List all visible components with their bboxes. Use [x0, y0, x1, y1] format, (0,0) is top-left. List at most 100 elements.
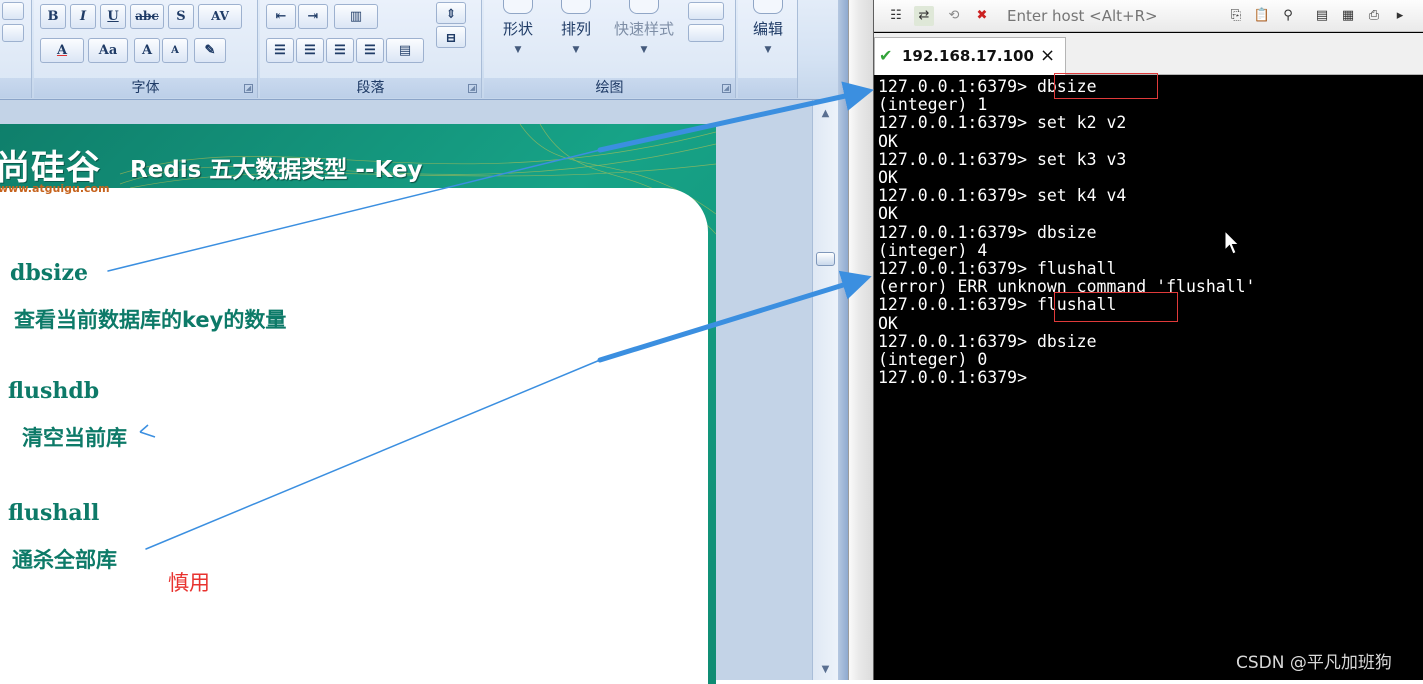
desc-flushall[interactable]: 通杀全部库	[12, 544, 117, 574]
edit-button[interactable]: 编辑 ▼	[740, 0, 796, 55]
terminal-line: (integer) 0	[878, 350, 988, 370]
paste-icon[interactable]: 📋	[1252, 6, 1272, 26]
ribbon: B I U abc S AV A Aa A A ✎ 字体 ◢ ⇤ ⇥ ▥ ☰ ☰…	[0, 0, 848, 100]
disconnect-icon[interactable]: ✖	[972, 6, 992, 26]
quick-styles-button[interactable]: 快速样式 ▼	[606, 0, 682, 55]
terminal-line: (integer) 4	[878, 240, 988, 260]
host-address-input[interactable]	[1007, 3, 1207, 28]
copy-icon[interactable]	[2, 24, 24, 42]
increase-indent-icon[interactable]: ⇥	[298, 4, 328, 29]
xshell-toolbar: ☷ ⇄ ⟲ ✖ ⎘ 📋 ⚲ ▤ ▦ ⎙ ▸	[874, 0, 1423, 32]
font-group-title: 字体	[34, 78, 257, 98]
window-divider	[848, 0, 874, 680]
shapes-icon	[503, 0, 533, 14]
paragraph-dialog-launcher-icon[interactable]: ◢	[468, 84, 477, 93]
change-case-button[interactable]: Aa	[88, 38, 128, 63]
print-icon[interactable]: ⎙	[1364, 6, 1384, 26]
chevron-down-icon: ▼	[572, 45, 580, 55]
grow-font-button[interactable]: A	[134, 38, 160, 63]
more-icon[interactable]: ▸	[1390, 6, 1410, 26]
slide-title: Redis 五大数据类型 --Key	[130, 157, 423, 183]
drawing-dialog-launcher-icon[interactable]: ◢	[722, 84, 731, 93]
paste-icon[interactable]	[2, 2, 24, 20]
font-dialog-launcher-icon[interactable]: ◢	[244, 84, 253, 93]
align-right-icon[interactable]: ☰	[326, 38, 354, 63]
edit-label: 编辑	[752, 20, 783, 38]
shadow-button[interactable]: S	[168, 4, 194, 29]
char-spacing-button[interactable]: AV	[198, 4, 242, 29]
print-preview-icon[interactable]: ▤	[1312, 6, 1332, 26]
scroll-down-icon[interactable]: ▼	[816, 662, 835, 678]
window-border	[838, 0, 848, 680]
columns-icon[interactable]: ▥	[334, 4, 378, 29]
session-tab[interactable]: ✔ 192.168.17.100 ×	[874, 37, 1066, 75]
terminal-line: 127.0.0.1:6379> flushall	[878, 259, 1117, 279]
arrange-button[interactable]: 排列 ▼	[548, 0, 604, 55]
align-left-icon[interactable]: ☰	[266, 38, 294, 63]
italic-button[interactable]: I	[70, 4, 96, 29]
chevron-down-icon: ▼	[640, 45, 648, 55]
terminal-output[interactable]: 127.0.0.1:6379> dbsize (integer) 1 127.0.0…	[878, 78, 1423, 680]
ribbon-group-clipboard	[0, 0, 32, 98]
text-direction-icon[interactable]: ⇕	[436, 2, 466, 24]
xshell-window: ☷ ⇄ ⟲ ✖ ⎘ 📋 ⚲ ▤ ▦ ⎙ ▸ ✔ 192.168.17.100 ×…	[874, 0, 1423, 680]
term-flushdb[interactable]: flushdb	[8, 378, 99, 404]
connect-icon[interactable]: ⇄	[914, 6, 934, 26]
copy-icon[interactable]: ⎘	[1226, 6, 1246, 26]
chevron-down-icon: ▼	[514, 45, 522, 55]
bold-button[interactable]: B	[40, 4, 66, 29]
ribbon-group-font: B I U abc S AV A Aa A A ✎ 字体 ◢	[34, 0, 258, 98]
ribbon-group-paragraph: ⇤ ⇥ ▥ ☰ ☰ ☰ ☰ ▤ ⇕ ⊟ 段落 ◢	[260, 0, 482, 98]
decrease-indent-icon[interactable]: ⇤	[266, 4, 296, 29]
arrange-icon	[561, 0, 591, 14]
shapes-button[interactable]: 形状 ▼	[490, 0, 546, 55]
term-flushall[interactable]: flushall	[8, 500, 99, 526]
strikethrough-button[interactable]: abc	[130, 4, 164, 29]
justify-icon[interactable]: ☰	[356, 38, 384, 63]
terminal-line: 127.0.0.1:6379> set k4 v4	[878, 186, 1127, 206]
desc-flushdb[interactable]: 清空当前库	[22, 422, 127, 452]
shrink-font-button[interactable]: A	[162, 38, 188, 63]
brand-url: www.atguigu.com	[0, 182, 110, 195]
shapes-label: 形状	[502, 20, 533, 38]
paragraph-group-title: 段落	[260, 78, 481, 98]
highlight-box-dbsize	[1054, 73, 1158, 99]
arrange-label: 排列	[560, 20, 591, 38]
slide-pane: 尚硅谷 www.atguigu.com Redis 五大数据类型 --Key d…	[0, 100, 812, 684]
powerpoint-window: B I U abc S AV A Aa A A ✎ 字体 ◢ ⇤ ⇥ ▥ ☰ ☰…	[0, 0, 848, 684]
highlight-box-flushall	[1054, 292, 1178, 322]
font-color-button[interactable]: A	[40, 38, 84, 63]
session-tab-label: 192.168.17.100	[902, 47, 1034, 65]
desc-dbsize[interactable]: 查看当前数据库的key的数量	[14, 304, 286, 334]
properties-icon[interactable]: ▦	[1338, 6, 1358, 26]
watermark: CSDN @平凡加班狗	[1236, 653, 1392, 673]
close-tab-icon[interactable]: ×	[1040, 45, 1055, 66]
shape-effects-icon[interactable]	[688, 24, 724, 42]
clear-format-icon[interactable]: ✎	[194, 38, 226, 63]
scroll-thumb[interactable]	[816, 252, 835, 266]
underline-button[interactable]: U	[100, 4, 126, 29]
edit-icon	[753, 0, 783, 14]
distributed-icon[interactable]: ▤	[386, 38, 424, 63]
quick-styles-label: 快速样式	[613, 20, 674, 38]
reconnect-icon[interactable]: ⟲	[944, 6, 964, 26]
align-center-icon[interactable]: ☰	[296, 38, 324, 63]
scroll-up-icon[interactable]: ▲	[816, 106, 835, 122]
terminal-line: OK	[878, 131, 898, 151]
terminal-line: 127.0.0.1:6379> dbsize	[878, 222, 1097, 242]
terminal-line: OK	[878, 168, 898, 188]
terminal-line: 127.0.0.1:6379> set k3 v3	[878, 149, 1127, 169]
caution-note[interactable]: 慎用	[168, 567, 210, 597]
terminal-line: 127.0.0.1:6379>	[878, 368, 1028, 388]
vertical-scrollbar[interactable]: ▲ ▼	[812, 100, 838, 680]
align-text-icon[interactable]: ⊟	[436, 26, 466, 48]
terminal-line: OK	[878, 204, 898, 224]
find-icon[interactable]: ⚲	[1278, 6, 1298, 26]
shape-outline-icon[interactable]	[688, 2, 724, 20]
slide: 尚硅谷 www.atguigu.com Redis 五大数据类型 --Key d…	[0, 124, 716, 684]
mouse-cursor-icon	[1224, 230, 1240, 255]
term-dbsize[interactable]: dbsize	[10, 260, 88, 286]
quick-styles-icon	[629, 0, 659, 14]
ribbon-group-editing: 编辑 ▼	[738, 0, 798, 98]
session-manager-icon[interactable]: ☷	[886, 6, 906, 26]
